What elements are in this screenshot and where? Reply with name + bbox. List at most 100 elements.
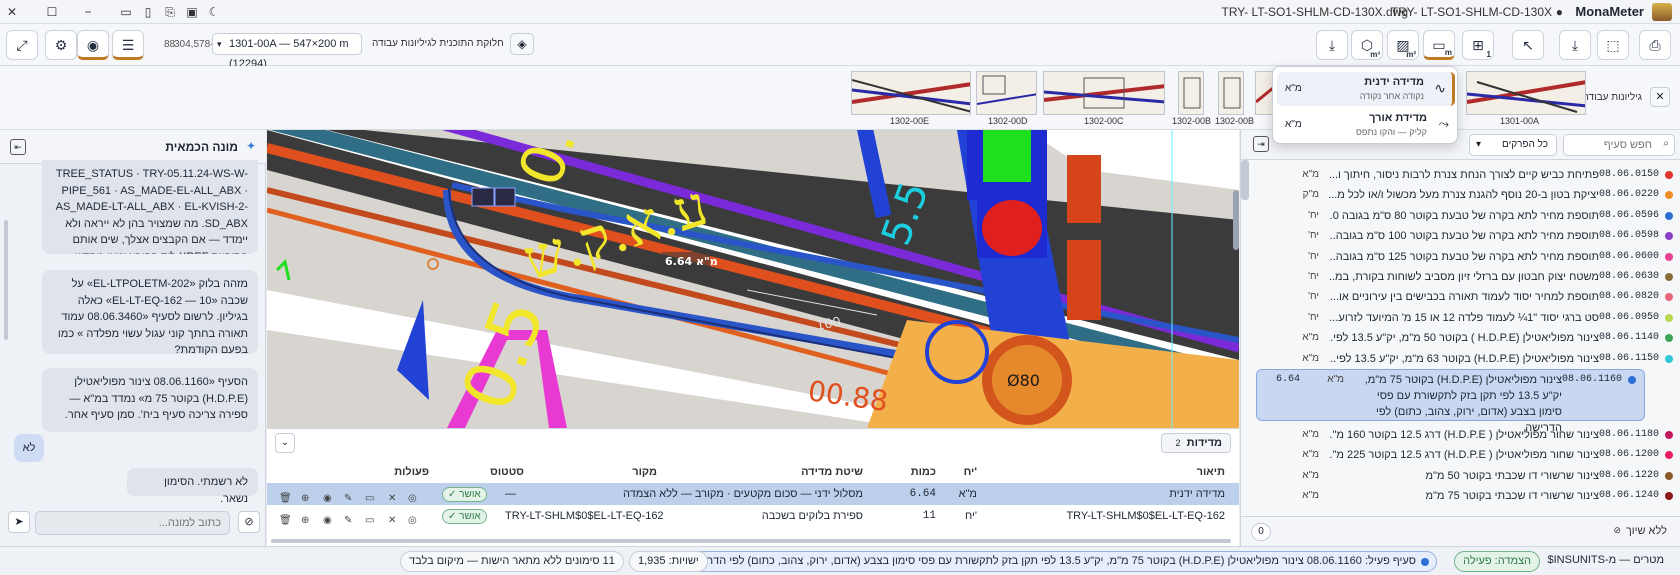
- item-row[interactable]: 08.06.0820 תוספת למחיר יסוד לעמוד תאורה ב…: [1256, 287, 1680, 307]
- item-row[interactable]: 08.06.1200 צינור שחור מפוליאטילן ( H.D.P.…: [1256, 445, 1680, 465]
- canvas-scrollbar[interactable]: [1233, 190, 1239, 250]
- table-row[interactable]: TRY-LT-SHLM$0$EL-LT-EQ-162 יח' 11 ספירת …: [267, 505, 1239, 527]
- item-row[interactable]: 08.06.1140 צינור מפוליאטילן (H.D.P.E ) בק…: [1256, 328, 1680, 348]
- item-description: תוספת מחיר לתא בקרה של טבעת בקוטר 125 ס"…: [1329, 250, 1599, 263]
- locate-icon[interactable]: ◎: [408, 510, 417, 532]
- sheet-thumb[interactable]: [851, 71, 971, 115]
- item-row[interactable]: 08.06.0630 משטח יצוק חבטון עם ברזלי זיון …: [1256, 267, 1680, 287]
- sheet-thumb[interactable]: [1178, 71, 1204, 115]
- maximize-window-icon[interactable]: ☐: [43, 3, 61, 21]
- item-unit: יח': [1308, 291, 1319, 303]
- sheet-thumb[interactable]: [1218, 71, 1244, 115]
- export-icon[interactable]: ⎘: [161, 3, 179, 21]
- items-panel: ⌕ כל הפרקים ▾ ⇥ 08.06.0150פתיחת כביש קיי…: [1240, 130, 1680, 546]
- edit-icon[interactable]: ✎: [344, 510, 352, 532]
- chat-scrollbar[interactable]: [4, 220, 8, 340]
- sheet-thumb[interactable]: [976, 71, 1037, 115]
- chat-message-assistant: מזהה בלוק «EL-LTPOLETM-202» על שכבה «10 …: [42, 270, 258, 356]
- open-folder-icon[interactable]: ▭: [117, 3, 135, 21]
- mute-mic-icon[interactable]: ⊘: [238, 511, 260, 533]
- thumb-label: 1302-00D: [988, 116, 1028, 126]
- send-icon[interactable]: ➤: [8, 511, 30, 533]
- item-description: צינור שחור מפוליאטילן ( H.D.P.E) דרג 12.…: [1329, 449, 1599, 462]
- menu-item-length-measure[interactable]: מדידת אורך קליק — והקו נתפס מ"א ⤳: [1277, 108, 1455, 142]
- chat-message-assistant: הסעיף «08.06.1160 צינור מפוליאטילן (H.D.…: [42, 368, 258, 432]
- item-row[interactable]: 08.06.0600 תוספת מחיר לתא בקרה של טבעת בק…: [1256, 247, 1680, 267]
- search-input[interactable]: [1563, 134, 1675, 156]
- minimize-window-icon[interactable]: −: [79, 3, 97, 21]
- item-code: 08.06.1140: [1598, 332, 1659, 344]
- item-color-dot: [1665, 211, 1673, 220]
- measurements-panel: ⌄ מדידות 2 תיאור יח' כמות שיטת מדידה מקו…: [267, 428, 1239, 546]
- thumb-label: 1301-00A: [1500, 116, 1540, 126]
- item-description: צינור שחור מפוליאטילן ( H.D.P.E) דרג 12.…: [1329, 429, 1599, 441]
- chat-input[interactable]: [35, 511, 230, 535]
- sheet-thumb[interactable]: [1043, 71, 1165, 115]
- item-code: 08.06.1150: [1598, 352, 1659, 364]
- count-tool-icon[interactable]: ⊞ 1: [1462, 30, 1494, 60]
- fullscreen-icon[interactable]: ⤢: [6, 30, 38, 60]
- save-icon[interactable]: ▣: [183, 3, 201, 21]
- chapter-filter-select[interactable]: כל הפרקים ▾: [1469, 134, 1557, 156]
- item-code: 08.06.0150: [1598, 169, 1659, 180]
- target-icon[interactable]: ⊕: [301, 510, 309, 532]
- layers-icon[interactable]: ◈: [510, 33, 534, 55]
- table-view-icon[interactable]: ☰: [112, 30, 144, 60]
- settings-gear-icon[interactable]: ⚙: [45, 30, 77, 60]
- item-row[interactable]: 08.06.0150 פתיחת כביש קיים לצורך הנחת צנר…: [1256, 165, 1680, 185]
- items-footer: ללא שיוך ⊘ 0: [1241, 516, 1680, 546]
- area-tool-icon[interactable]: ▨ m²: [1387, 30, 1419, 60]
- item-row[interactable]: 08.06.0598 תוספת מחיר לתא בקרה של טבעת בק…: [1256, 226, 1680, 246]
- item-unit: מ"א: [1302, 429, 1319, 440]
- measure-menu: מדידה ידנית נקודה אחר נקודה מ"א ∿ מדידת …: [1272, 66, 1458, 144]
- collapse-measures-icon[interactable]: ⌄: [275, 433, 295, 453]
- select-cursor-icon[interactable]: ↖: [1512, 30, 1544, 60]
- close-window-icon[interactable]: ✕: [3, 3, 21, 21]
- pdf-export-icon[interactable]: ⤓: [1559, 30, 1591, 60]
- item-row[interactable]: 08.06.1240 צינור שרשורי דו שכבתי בקוטר 75…: [1256, 486, 1680, 506]
- import-icon[interactable]: ⤓: [1316, 30, 1348, 60]
- active-item-status[interactable]: סעיף פעיל: 08.06.1160 צינור מפוליאטילן (…: [680, 551, 1437, 572]
- item-unit: מ"א: [1302, 469, 1319, 481]
- sheet-thumb[interactable]: [1466, 71, 1586, 115]
- view-eye-icon[interactable]: ◉: [323, 510, 332, 532]
- open-file-icon[interactable]: ▯: [139, 3, 157, 21]
- measures-tab[interactable]: מדידות 2: [1161, 433, 1231, 453]
- active-item-dot: [1421, 558, 1429, 566]
- remove-icon[interactable]: ✕: [388, 510, 396, 532]
- length-tool-icon[interactable]: ▭ m: [1423, 30, 1455, 60]
- item-code: 08.06.0220: [1598, 189, 1659, 201]
- cad-drawing[interactable]: ע.א.ק.ש 0.5 0.0 Ø80 5.5 100 00.88 6.64 מ…: [267, 130, 1239, 428]
- item-row[interactable]: 08.06.1180 צינור שחור מפוליאטילן ( H.D.P.…: [1256, 425, 1680, 445]
- item-row[interactable]: 08.06.0950 סט ברגי יסוד "1¼ לעמוד פלדה 12…: [1256, 308, 1680, 328]
- delete-icon[interactable]: 🗑: [279, 510, 292, 532]
- folder-icon[interactable]: ▭: [365, 510, 374, 532]
- item-color-dot: [1665, 191, 1673, 200]
- snap-status[interactable]: הצמדה: פעילה: [1454, 551, 1540, 572]
- search-icon: ⌕: [1663, 138, 1669, 149]
- item-row[interactable]: 08.06.1150 צינור מפוליאטילן (H.D.P.E) בקו…: [1256, 349, 1680, 369]
- item-description: צינור מפוליאטילן (H.D.P.E) בקוטר 63 מ"מ,…: [1329, 352, 1599, 365]
- item-row[interactable]: 08.06.0596 תוספת מחיר לתא בקרה של טבעת בק…: [1256, 206, 1680, 226]
- item-unit: יח': [1308, 209, 1319, 221]
- volume-tool-icon[interactable]: ⬡ m³: [1351, 30, 1383, 60]
- item-row[interactable]: 08.06.0220 יציקת בטון ב-20 נוסף להגנת צנר…: [1256, 185, 1680, 205]
- print-icon[interactable]: ⎙: [1639, 30, 1671, 60]
- items-scrollbar[interactable]: [1241, 160, 1249, 200]
- measurement-label: 6.64 מ"א: [665, 255, 718, 268]
- entities-count: ישויות: 1,935: [629, 551, 708, 572]
- sheet-select[interactable]: ▾ 1301-00A — 547×200 m (12294): [212, 33, 362, 70]
- menu-item-manual-measure[interactable]: מדידה ידנית נקודה אחר נקודה מ"א ∿: [1277, 72, 1455, 106]
- item-row[interactable]: 08.06.1220 צינור שרשורי דו שכבתי בקוטר 50…: [1256, 466, 1680, 486]
- drawing-canvas[interactable]: ע.א.ק.ש 0.5 0.0 Ø80 5.5 100 00.88 6.64 מ…: [267, 130, 1239, 428]
- status-bar: מטרים — מ-INSUNITS$ הצמדה: פעילה סעיף פע…: [0, 546, 1680, 575]
- collapse-items-icon[interactable]: ⇥: [1253, 136, 1269, 152]
- close-thumbs-icon[interactable]: ✕: [1650, 87, 1670, 107]
- frame-icon[interactable]: ⬚: [1597, 30, 1629, 60]
- visibility-eye-icon[interactable]: ◉: [77, 30, 109, 60]
- table-row[interactable]: מדידה ידנית מ"א 6.64 מסלול ידני — סכום מ…: [267, 483, 1239, 505]
- dark-mode-icon[interactable]: ☾: [205, 3, 223, 21]
- table-scrollbar[interactable]: [271, 539, 1231, 543]
- collapse-panel-icon[interactable]: ⇤: [10, 139, 26, 155]
- item-row[interactable]: 08.06.1160 צינור מפוליאטילן (H.D.P.E) בקו…: [1256, 369, 1645, 434]
